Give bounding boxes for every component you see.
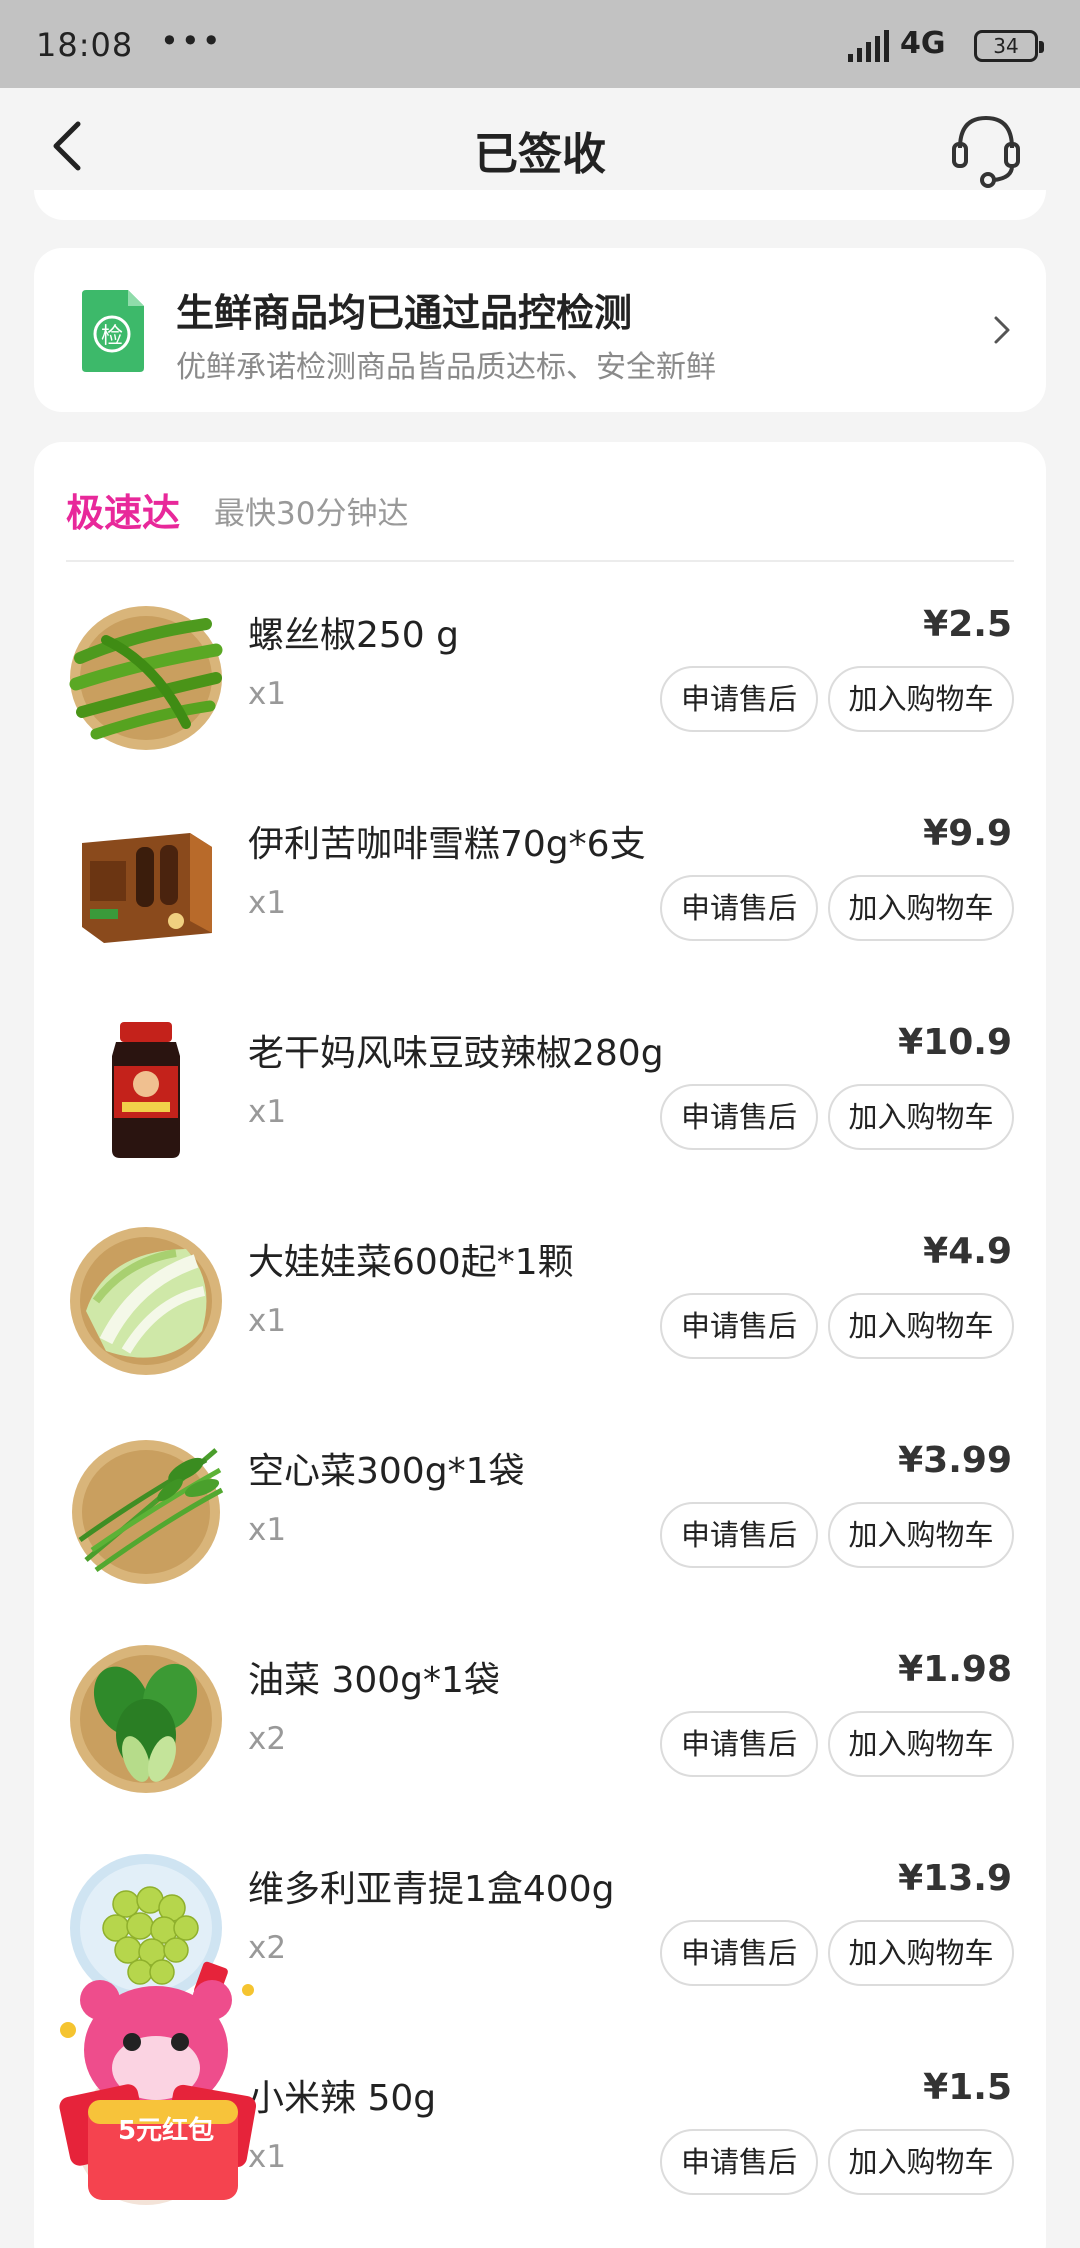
status-bar: 18:08 ••• 4G 34 <box>0 0 1080 88</box>
ice-cream-box-image <box>82 833 212 943</box>
add-to-cart-button[interactable]: 加入购物车 <box>828 1293 1014 1359</box>
item-name: 伊利苦咖啡雪糕70g*6支 <box>248 824 646 865</box>
add-to-cart-button[interactable]: 加入购物车 <box>828 1502 1014 1568</box>
item-quantity: x1 <box>248 885 287 921</box>
add-to-cart-button[interactable]: 加入购物车 <box>828 1711 1014 1777</box>
item-price: ¥3.99 <box>898 1440 1012 1481</box>
add-to-cart-button[interactable]: 加入购物车 <box>828 1920 1014 1986</box>
item-price: ¥1.98 <box>898 1649 1012 1690</box>
customer-service-icon[interactable] <box>950 108 1022 188</box>
signal-icon <box>848 30 889 62</box>
green-peppers-image <box>69 606 223 750</box>
after-sale-button[interactable]: 申请售后 <box>660 2129 818 2195</box>
item-price: ¥2.5 <box>923 604 1012 645</box>
add-to-cart-button[interactable]: 加入购物车 <box>828 666 1014 732</box>
list-item[interactable]: 老干妈风味豆豉辣椒280g ¥10.9 x1 申请售后 加入购物车 <box>34 1000 1046 1209</box>
add-to-cart-button[interactable]: 加入购物车 <box>828 1084 1014 1150</box>
previous-card-bottom <box>34 190 1046 220</box>
item-price: ¥9.9 <box>923 813 1012 854</box>
item-price: ¥1.5 <box>923 2067 1012 2108</box>
list-item[interactable]: 油菜 300g*1袋 ¥1.98 x2 申请售后 加入购物车 <box>34 1627 1046 1836</box>
status-time: 18:08 <box>36 26 134 64</box>
quality-check-title: 生鲜商品均已通过品控检测 <box>176 291 633 335</box>
network-type: 4G <box>900 26 946 61</box>
page-title: 已签收 <box>474 129 606 180</box>
napa-cabbage-image <box>70 1227 222 1375</box>
item-name: 螺丝椒250 g <box>248 615 460 656</box>
battery-icon: 34 <box>974 30 1044 62</box>
status-dots: ••• <box>160 22 223 60</box>
add-to-cart-button[interactable]: 加入购物车 <box>828 875 1014 941</box>
red-packet-label: 5元红包 <box>118 2116 215 2146</box>
list-item[interactable]: 空心菜300g*1袋 ¥3.99 x1 申请售后 加入购物车 <box>34 1418 1046 1627</box>
item-price: ¥13.9 <box>898 1858 1012 1899</box>
nav-bar: 已签收 <box>0 88 1080 204</box>
list-item[interactable]: 伊利苦咖啡雪糕70g*6支 ¥9.9 x1 申请售后 加入购物车 <box>34 791 1046 1000</box>
item-quantity: x2 <box>248 1721 287 1757</box>
after-sale-button[interactable]: 申请售后 <box>660 875 818 941</box>
quality-check-icon: 检 <box>82 290 144 372</box>
item-name: 小米辣 50g <box>248 2078 437 2119</box>
item-quantity: x1 <box>248 1094 287 1130</box>
after-sale-button[interactable]: 申请售后 <box>660 1920 818 1986</box>
list-item[interactable]: 大娃娃菜600起*1颗 ¥4.9 x1 申请售后 加入购物车 <box>34 1209 1046 1418</box>
item-quantity: x1 <box>248 1303 287 1339</box>
after-sale-button[interactable]: 申请售后 <box>660 1293 818 1359</box>
item-name: 大娃娃菜600起*1颗 <box>248 1242 574 1283</box>
list-item[interactable]: 螺丝椒250 g ¥2.5 x1 申请售后 加入购物车 <box>34 582 1046 791</box>
quality-check-banner[interactable]: 检 生鲜商品均已通过品控检测 优鲜承诺检测商品皆品质达标、安全新鲜 <box>34 248 1046 412</box>
svg-text:检: 检 <box>101 324 123 349</box>
item-price: ¥10.9 <box>898 1022 1012 1063</box>
quality-check-subtitle: 优鲜承诺检测商品皆品质达标、安全新鲜 <box>176 350 716 385</box>
after-sale-button[interactable]: 申请售后 <box>660 666 818 732</box>
after-sale-button[interactable]: 申请售后 <box>660 1711 818 1777</box>
delivery-time-note: 最快30分钟达 <box>214 496 409 532</box>
item-quantity: x1 <box>248 676 287 712</box>
after-sale-button[interactable]: 申请售后 <box>660 1084 818 1150</box>
item-name: 老干妈风味豆豉辣椒280g <box>248 1033 664 1074</box>
item-name: 空心菜300g*1袋 <box>248 1451 525 1492</box>
red-packet-float-button[interactable]: 5元红包 <box>48 1950 268 2220</box>
red-packet-bear-icon <box>59 1961 257 2200</box>
item-name: 油菜 300g*1袋 <box>248 1660 500 1701</box>
water-spinach-image <box>72 1440 224 1584</box>
delivery-brand: 极速达 <box>66 491 181 535</box>
divider <box>66 560 1014 562</box>
item-quantity: x1 <box>248 1512 287 1548</box>
item-name: 维多利亚青提1盒400g <box>248 1869 615 1910</box>
add-to-cart-button[interactable]: 加入购物车 <box>828 2129 1014 2195</box>
item-price: ¥4.9 <box>923 1231 1012 1272</box>
chevron-right-icon <box>994 316 1010 344</box>
after-sale-button[interactable]: 申请售后 <box>660 1502 818 1568</box>
chili-sauce-jar-image <box>112 1022 180 1158</box>
bok-choy-image <box>70 1645 222 1793</box>
